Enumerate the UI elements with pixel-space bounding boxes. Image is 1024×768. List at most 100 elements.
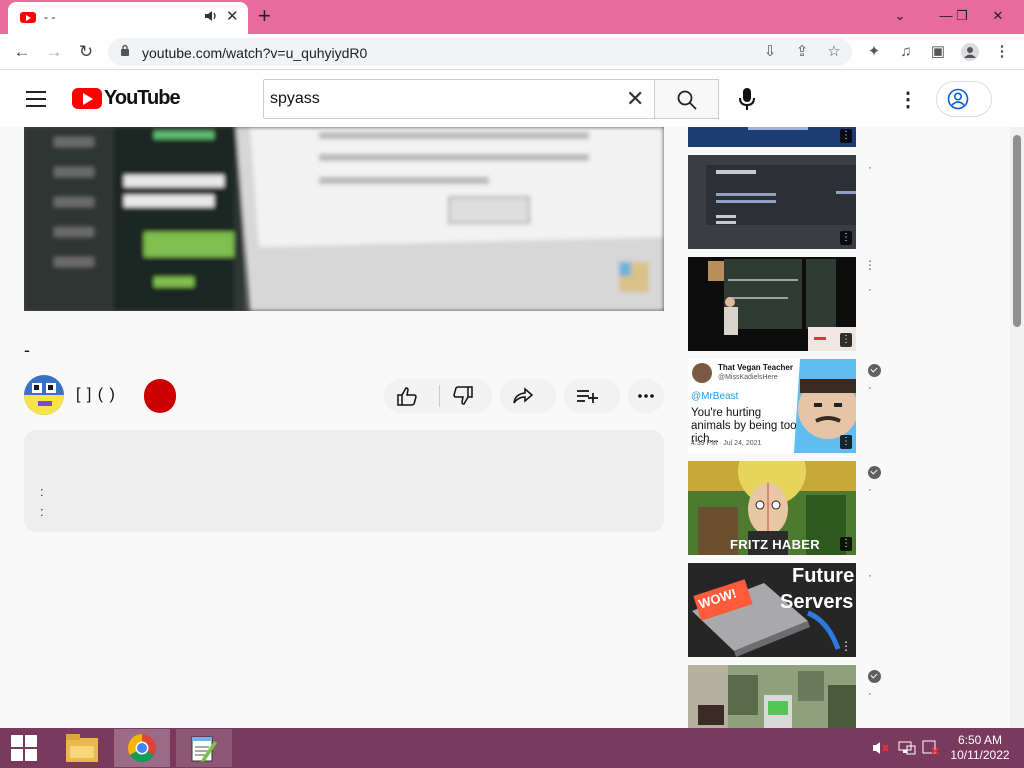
video-title: - (24, 340, 30, 360)
video-meta-dot: · (868, 686, 872, 700)
video-meta-dot: · (868, 380, 872, 394)
taskbar-notepad[interactable] (176, 729, 232, 767)
windows-logo-icon (11, 735, 37, 761)
save-to-playlist-button[interactable] (564, 379, 620, 413)
address-bar[interactable]: youtube.com/watch?v=u_quhyiydR0 ⇩ ⇪ ☆ (108, 38, 852, 66)
video-meta-dot: · (868, 568, 872, 582)
clear-search-icon[interactable]: ✕ (626, 86, 644, 112)
media-control-icon[interactable]: ♫ (896, 42, 916, 62)
url-text: youtube.com/watch?v=u_quhyiydR0 (142, 45, 368, 61)
sidebar-thumbnail[interactable]: ⋮ (688, 155, 856, 249)
windows-taskbar: 6:50 AM 10/11/2022 (0, 728, 1024, 768)
thumbnail-detail (748, 127, 808, 130)
verified-icon (868, 466, 881, 479)
youtube-favicon-icon (20, 12, 36, 23)
youtube-header: YouTube ✕ ⋮ (0, 71, 1024, 127)
taskbar-file-explorer[interactable] (54, 729, 110, 767)
thumbnail-account-name: That Vegan Teacher (718, 363, 793, 372)
system-clock[interactable]: 6:50 AM 10/11/2022 (944, 733, 1016, 763)
page-scrollbar[interactable] (1010, 127, 1024, 728)
description-box[interactable]: : : (24, 430, 664, 532)
youtube-logo-text[interactable]: YouTube (104, 87, 181, 110)
playlist-add-icon (577, 390, 598, 403)
back-icon[interactable]: ← (10, 40, 34, 64)
bookmark-star-icon[interactable]: ☆ (824, 42, 844, 62)
lock-icon[interactable] (120, 44, 130, 56)
window-close-icon[interactable]: ✕ (980, 3, 1016, 29)
search-icon (677, 90, 697, 110)
browser-tab-strip: - - ✕ + ⌄ — ❐ ✕ (0, 0, 1024, 34)
network-icon[interactable] (898, 740, 916, 761)
thumbs-up-icon (397, 387, 417, 406)
sidebar-thumbnail[interactable]: ⋮ (688, 257, 856, 351)
notepad-icon (191, 736, 217, 762)
sign-in-button[interactable] (936, 81, 992, 117)
share-button[interactable] (500, 379, 556, 413)
browser-tab[interactable]: - - ✕ (8, 2, 248, 34)
thumbnail-menu-icon[interactable]: ⋮ (840, 333, 852, 347)
restore-icon[interactable]: ❐ (944, 3, 980, 29)
voice-search-button[interactable] (734, 85, 760, 113)
sidebar-thumbnail[interactable]: FRITZ HABER ⋮ (688, 461, 856, 555)
extensions-icon[interactable]: ✦ (864, 42, 884, 62)
chrome-icon (128, 734, 156, 762)
new-tab-button[interactable]: + (258, 3, 271, 29)
search-input[interactable] (270, 88, 610, 110)
thumbnail-menu-icon[interactable]: ⋮ (840, 435, 852, 449)
side-panel-icon[interactable]: ▣ (928, 42, 948, 62)
microphone-icon (739, 88, 755, 110)
thumbs-down-icon (453, 386, 473, 405)
subscribe-button[interactable] (144, 379, 176, 413)
start-button[interactable] (0, 729, 48, 767)
tab-search-chevron-icon[interactable]: ⌄ (882, 3, 918, 29)
more-horizontal-icon (638, 394, 654, 398)
clock-time: 6:50 AM (957, 733, 1003, 747)
scrollbar-thumb[interactable] (1013, 135, 1021, 327)
search-box: ✕ (263, 79, 655, 119)
taskbar-chrome[interactable] (114, 729, 170, 767)
thumbnail-caption: Servers (780, 591, 854, 613)
verified-icon (868, 364, 881, 377)
thumbnail-mention: @MrBeast (691, 391, 739, 402)
tab-close-icon[interactable]: ✕ (226, 7, 239, 25)
forward-icon[interactable]: → (42, 40, 66, 64)
reload-icon[interactable]: ↻ (74, 40, 98, 64)
video-menu-icon[interactable]: ⋮ (864, 258, 876, 272)
video-meta-dot: · (868, 160, 872, 174)
share-icon[interactable]: ⇪ (792, 42, 812, 62)
more-actions-button[interactable] (628, 379, 664, 413)
video-player[interactable] (24, 127, 664, 311)
browser-toolbar: ← → ↻ youtube.com/watch?v=u_quhyiydR0 ⇩ … (0, 34, 1024, 70)
dislike-button[interactable] (440, 379, 492, 413)
thumbnail-menu-icon[interactable]: ⋮ (840, 129, 852, 143)
sidebar-thumbnail[interactable] (688, 665, 856, 728)
thumbnail-menu-icon[interactable]: ⋮ (840, 537, 852, 551)
account-icon (947, 88, 969, 110)
thumbnail-caption: FRITZ HABER (730, 537, 820, 552)
settings-menu-icon[interactable]: ⋮ (898, 87, 918, 111)
channel-avatar[interactable] (24, 375, 64, 415)
channel-name[interactable]: [ ] ( ) (76, 386, 116, 404)
folder-icon (66, 734, 98, 762)
profile-icon[interactable] (960, 42, 980, 62)
install-icon[interactable]: ⇩ (760, 42, 780, 62)
thumbnail-image (706, 165, 856, 225)
volume-muted-icon[interactable] (872, 740, 890, 761)
thumbnail-menu-icon[interactable]: ⋮ (840, 231, 852, 245)
clock-date: 10/11/2022 (950, 748, 1010, 762)
action-center-icon[interactable] (922, 740, 940, 761)
share-arrow-icon (513, 387, 534, 404)
like-dislike-group (384, 379, 492, 413)
search-button[interactable] (655, 79, 719, 119)
thumbnail-menu-icon[interactable]: ⋮ (840, 639, 852, 653)
sidebar-thumbnail[interactable]: ⋮ (688, 127, 856, 147)
video-meta-dot: · (868, 282, 872, 296)
sidebar-thumbnail[interactable]: That Vegan Teacher @MissKadielsHere @MrB… (688, 359, 856, 453)
youtube-logo-icon[interactable] (72, 88, 102, 109)
hamburger-menu-icon[interactable] (26, 91, 46, 107)
tab-title: - - (44, 10, 56, 24)
speaker-icon[interactable] (204, 9, 218, 26)
sidebar-thumbnail[interactable]: WOW! Future Servers ⋮ (688, 563, 856, 657)
browser-menu-icon[interactable]: ⋮ (992, 42, 1012, 62)
like-button[interactable] (384, 379, 439, 413)
